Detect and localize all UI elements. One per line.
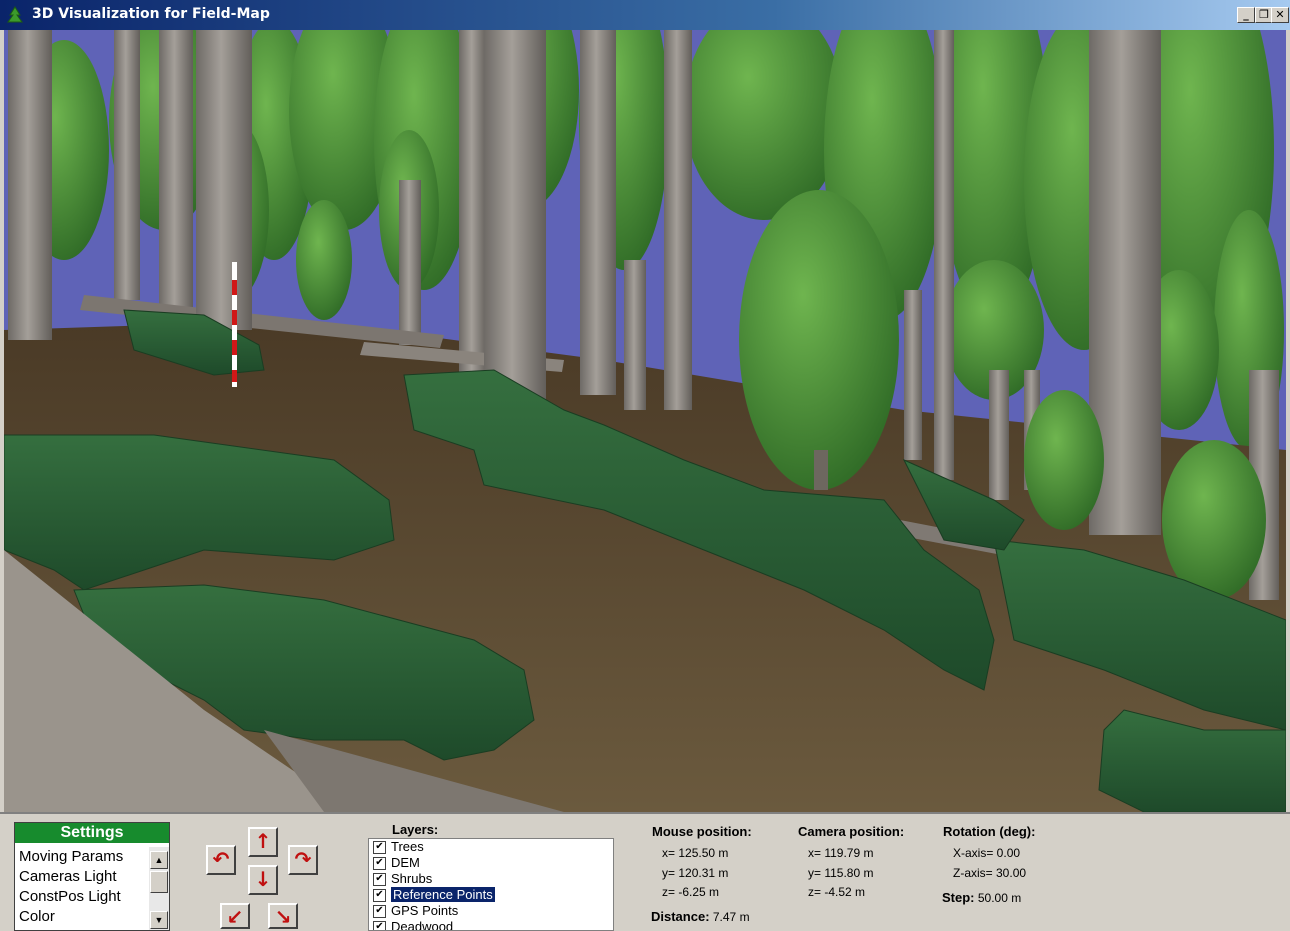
distance-value: 7.47 m [712, 910, 750, 924]
scroll-thumb[interactable] [150, 871, 168, 893]
title-bar: 3D Visualization for Field-Map _ ❐ ✕ [0, 0, 1290, 30]
move-down-right-button[interactable]: ↘ [268, 903, 298, 929]
checkbox-reference-points[interactable]: ✔ [373, 889, 386, 902]
rotation-x-axis-value: X-axis= 0.00 [953, 846, 1021, 860]
minimize-button[interactable]: _ [1237, 7, 1255, 23]
settings-item-moving-params[interactable]: Moving Params [15, 847, 147, 867]
layer-item-reference-points[interactable]: ✔ Reference Points [369, 886, 613, 903]
layers-list[interactable]: ✔ Trees ✔ DEM ✔ Shrubs ✔ Reference Points ✔ G… [368, 838, 614, 931]
rotate-left-button[interactable]: ↶ [206, 845, 236, 875]
layer-item-trees[interactable]: ✔ Trees [369, 839, 613, 855]
move-down-left-button[interactable]: ↙ [220, 903, 250, 929]
layer-item-gps-points[interactable]: ✔ GPS Points [369, 903, 613, 919]
settings-item-color[interactable]: Color [15, 907, 147, 927]
scroll-down-icon[interactable]: ▼ [150, 911, 168, 929]
checkbox-dem[interactable]: ✔ [373, 857, 386, 870]
checkbox-shrubs[interactable]: ✔ [373, 873, 386, 886]
layer-item-dem[interactable]: ✔ DEM [369, 855, 613, 871]
step-value: 50.00 m [977, 891, 1022, 905]
camera-x-value: x= 119.79 m [808, 846, 874, 860]
distance-label: Distance: [651, 909, 710, 924]
rotation-label: Rotation (deg): [943, 824, 1036, 839]
scroll-up-icon[interactable]: ▲ [150, 851, 168, 869]
mouse-y-value: y= 120.31 m [662, 866, 729, 880]
step-readout: Step: 50.00 m [942, 890, 1021, 905]
settings-header: Settings [15, 823, 169, 843]
checkbox-trees[interactable]: ✔ [373, 841, 386, 854]
camera-y-value: y= 115.80 m [808, 866, 874, 880]
settings-listbox[interactable]: Settings Moving Params Cameras Light Con… [14, 822, 170, 931]
step-label: Step: [942, 890, 975, 905]
app-icon [7, 6, 23, 23]
close-button[interactable]: ✕ [1271, 7, 1289, 23]
camera-position-label: Camera position: [798, 824, 905, 839]
mouse-position-label: Mouse position: [652, 824, 752, 839]
forward-button[interactable]: ↑ [248, 827, 278, 857]
settings-list[interactable]: Moving Params Cameras Light ConstPos Lig… [15, 847, 147, 927]
back-button[interactable]: ↓ [248, 865, 278, 895]
layer-item-deadwood[interactable]: ✔ Deadwood [369, 919, 613, 930]
3d-viewport[interactable] [4, 30, 1286, 812]
control-panel [0, 812, 1290, 931]
forest-scene [4, 30, 1286, 812]
camera-z-value: z= -4.52 m [808, 885, 866, 899]
window-title: 3D Visualization for Field-Map [32, 6, 270, 22]
layers-label: Layers: [392, 822, 439, 837]
settings-scrollbar[interactable]: ▲ ▼ [149, 847, 169, 930]
layer-item-shrubs[interactable]: ✔ Shrubs [369, 871, 613, 887]
rotate-right-button[interactable]: ↷ [288, 845, 318, 875]
mouse-z-value: z= -6.25 m [662, 885, 720, 899]
settings-item-constpos-light[interactable]: ConstPos Light [15, 887, 147, 907]
settings-item-cameras-light[interactable]: Cameras Light [15, 867, 147, 887]
checkbox-deadwood[interactable]: ✔ [373, 921, 386, 930]
checkbox-gps-points[interactable]: ✔ [373, 905, 386, 918]
rotation-z-axis-value: Z-axis= 30.00 [953, 866, 1027, 880]
mouse-x-value: x= 125.50 m [662, 846, 729, 860]
distance-readout: Distance: 7.47 m [651, 909, 750, 924]
